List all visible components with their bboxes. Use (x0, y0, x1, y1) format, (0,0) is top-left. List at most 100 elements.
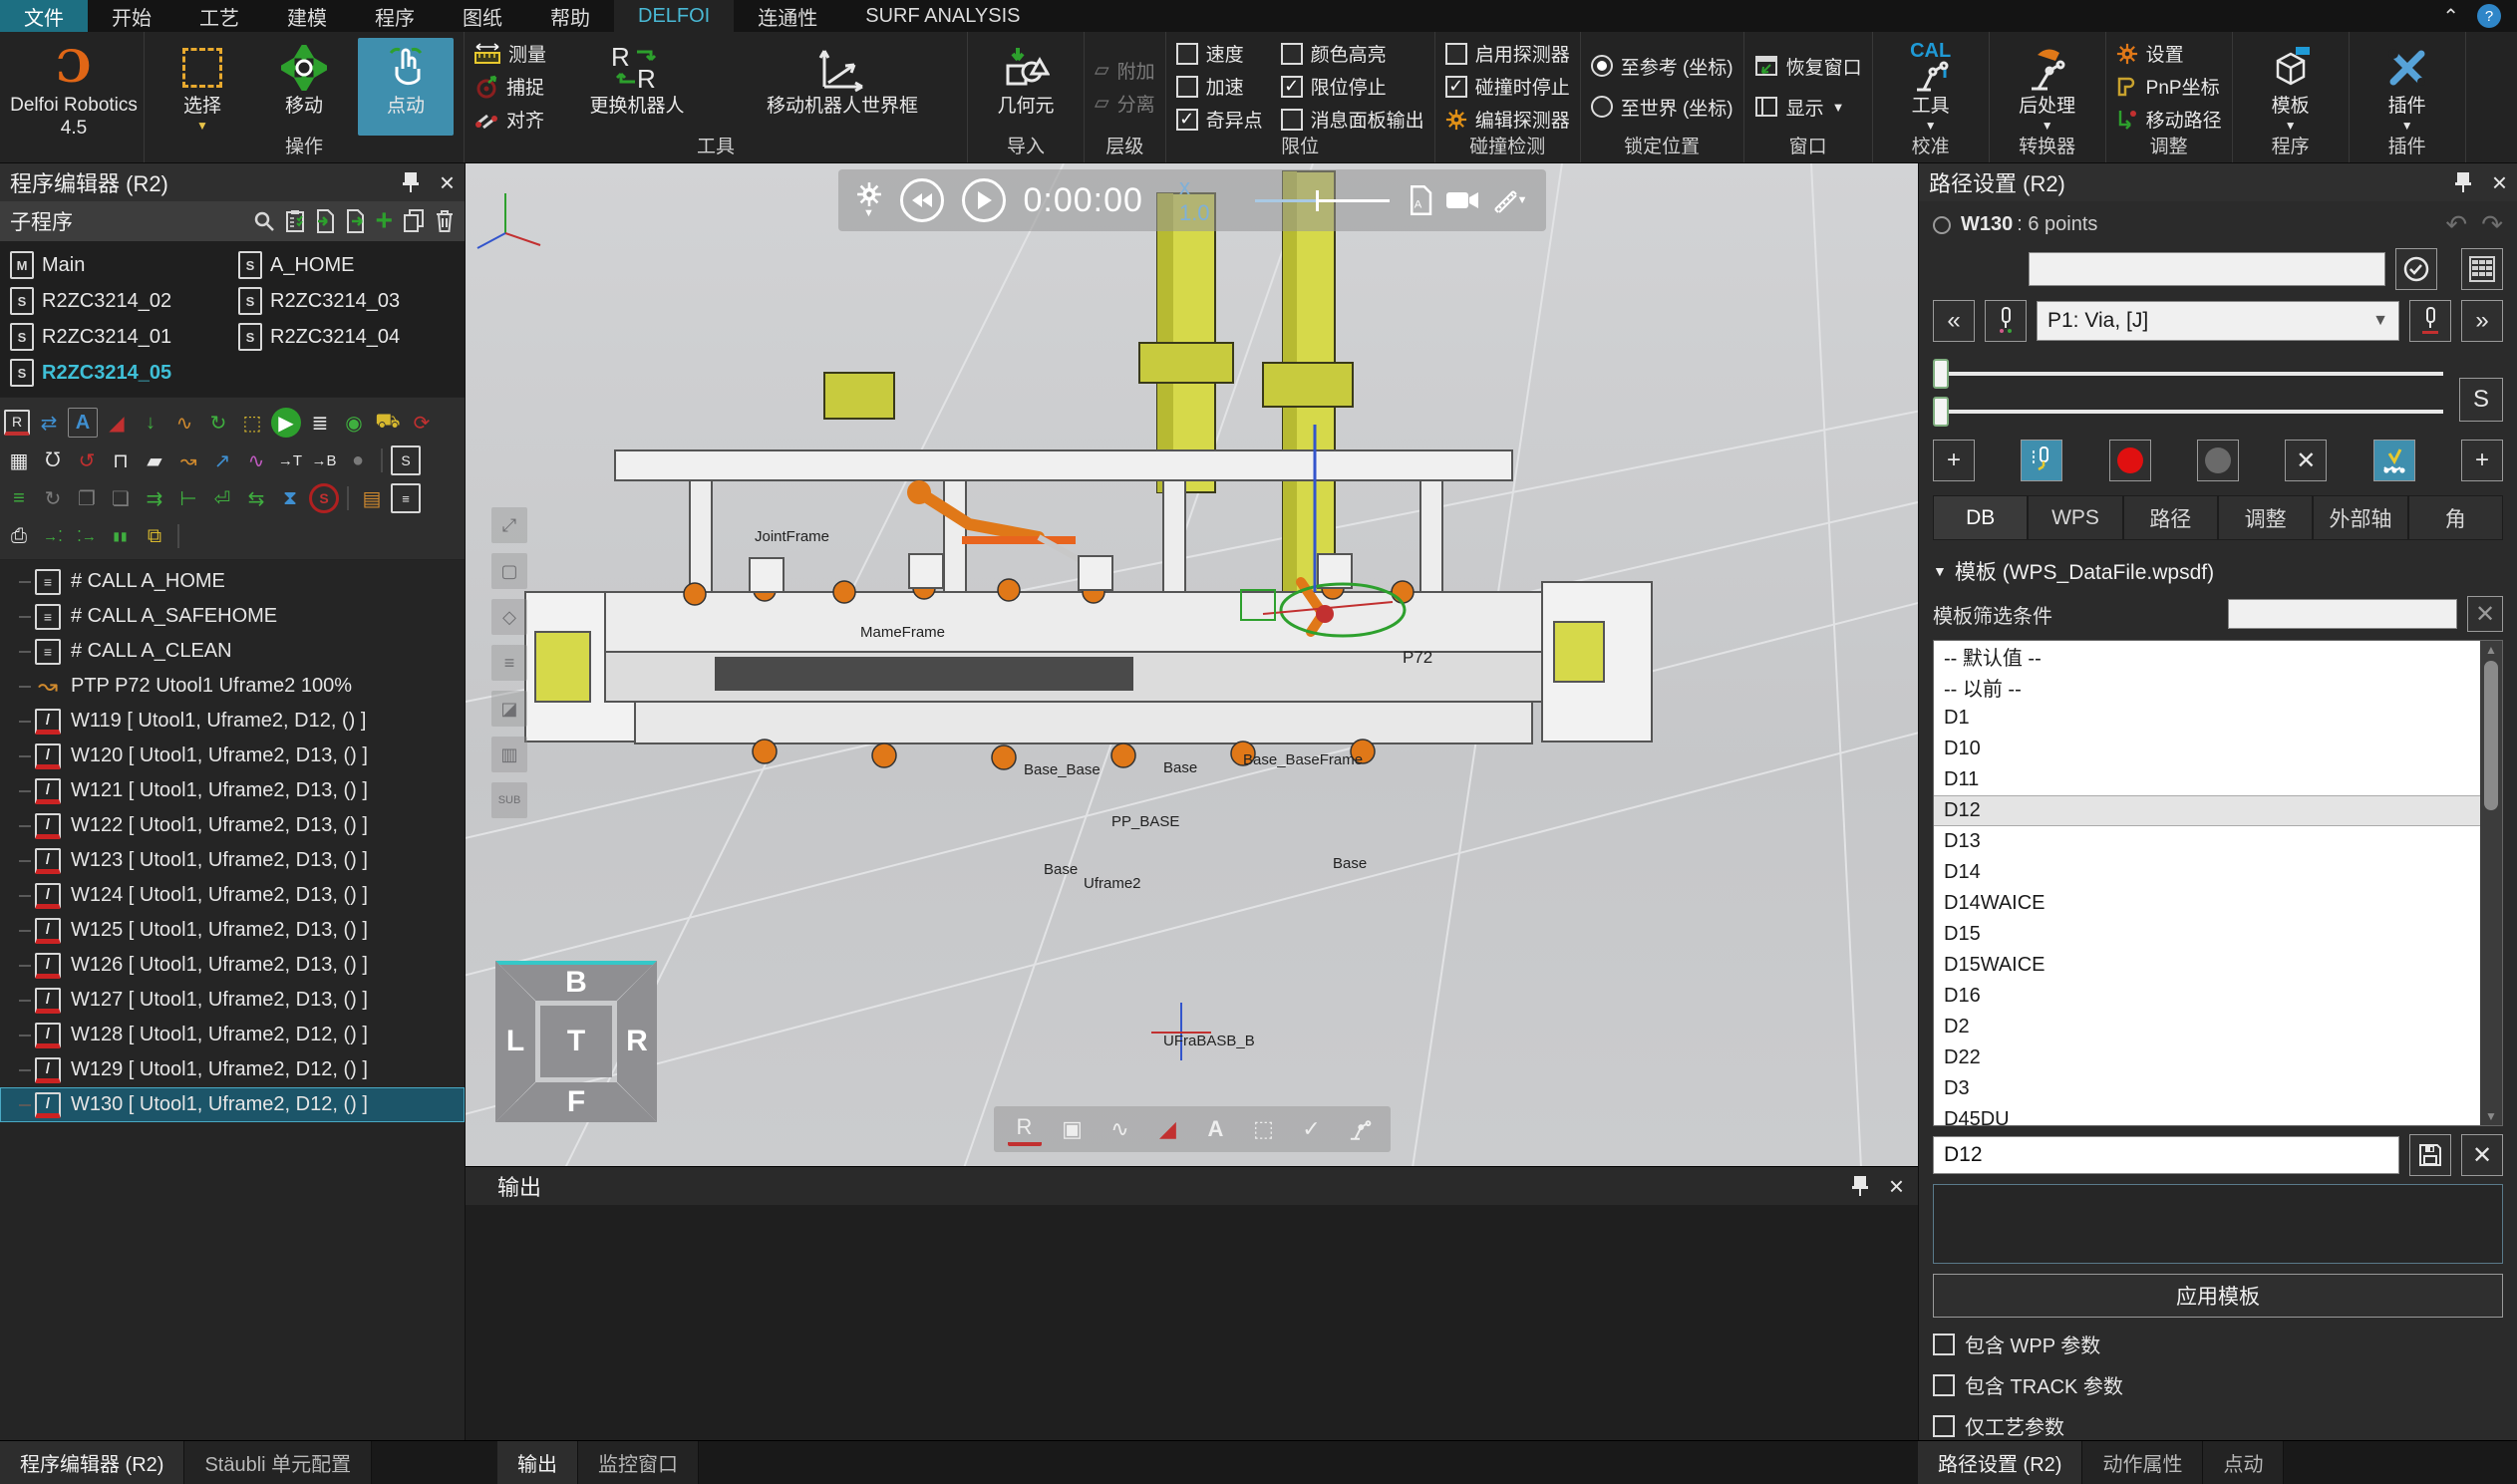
tree-icon[interactable]: ⊢ (173, 483, 203, 513)
template-option-checkbox[interactable]: 包含 WPP 参数 (1933, 1330, 2503, 1358)
undo-icon[interactable]: ↶ (2445, 209, 2467, 240)
apply-template-button[interactable]: 应用模板 (1933, 1274, 2503, 1318)
menu-item[interactable]: DELFOI (614, 0, 734, 32)
point-name-field[interactable] (2029, 252, 2385, 286)
scroll-down-icon[interactable]: ▼ (2485, 1107, 2497, 1125)
text-label-icon[interactable]: A (1199, 1112, 1233, 1146)
template-button[interactable]: 模板 ▼ (2243, 38, 2339, 136)
sync-icon[interactable]: ⟳ (407, 408, 437, 438)
dock-tab[interactable]: 动作属性 (2082, 1441, 2203, 1484)
statement-row[interactable]: ≡ # CALL A_CLEAN (0, 634, 465, 669)
template-item[interactable]: D10 (1934, 734, 2480, 764)
loop-off-icon[interactable]: ↻ (38, 483, 68, 513)
view-cube[interactable]: B L T R F (495, 961, 657, 1122)
play-button[interactable] (962, 178, 1006, 222)
path-settings-tab[interactable]: 路径 (2123, 495, 2218, 539)
doc-plain-icon[interactable]: ≡ (391, 483, 421, 513)
save-template-button[interactable] (2409, 1134, 2451, 1176)
close-icon[interactable]: × (1889, 1176, 1904, 1196)
add-point-before-button[interactable]: + (1933, 440, 1975, 481)
loop-icon[interactable]: ↻ (203, 408, 233, 438)
menu-item[interactable]: 文件 (0, 0, 88, 32)
delete-point-button[interactable]: ✕ (2285, 440, 2327, 481)
statement-row[interactable]: / W119 [ Utool1, Uframe2, D12, () ] (0, 704, 465, 739)
path-settings-tab[interactable]: 角 (2408, 495, 2503, 539)
cal-tool-button[interactable]: CAL 工具 ▼ (1883, 38, 1979, 136)
fit-view-icon[interactable]: ⤢ (491, 507, 527, 543)
template-item[interactable]: D14 (1934, 857, 2480, 888)
template-filter-input[interactable] (2228, 599, 2457, 629)
template-item[interactable]: D15WAICE (1934, 950, 2480, 981)
select-frame-icon[interactable]: ⬚ (1247, 1112, 1281, 1146)
statement-row[interactable]: / W128 [ Utool1, Uframe2, D12, () ] (0, 1018, 465, 1052)
divider-icon[interactable] (381, 448, 383, 472)
postprocess-button[interactable]: 后处理 ▼ (2000, 38, 2095, 136)
branch-icon[interactable]: ⇉ (140, 483, 169, 513)
record-disabled-button[interactable] (2197, 440, 2239, 481)
settings-button[interactable]: 设置 (2116, 40, 2222, 67)
export-program-icon[interactable] (345, 209, 365, 233)
dock-tab[interactable]: 输出 (497, 1441, 578, 1484)
template-item[interactable]: -- 默认值 -- (1934, 641, 2480, 672)
template-item[interactable]: D45DU (1934, 1104, 2480, 1125)
pnp-coords-button[interactable]: PnP坐标 (2116, 73, 2222, 100)
check-path-button[interactable] (2373, 440, 2415, 481)
export-pdf-icon[interactable]: A (1408, 185, 1433, 215)
swap-robot-button[interactable]: RR 更换机器人 (552, 38, 722, 136)
template-item[interactable]: D22 (1934, 1042, 2480, 1073)
confirm-point-button[interactable] (2395, 248, 2437, 290)
move-button[interactable]: 移动 (256, 38, 352, 136)
statement-row[interactable]: / W123 [ Utool1, Uframe2, D13, () ] (0, 843, 465, 878)
statement-row[interactable]: / W125 [ Utool1, Uframe2, D13, () ] (0, 913, 465, 948)
display-dropdown[interactable]: 显示▼ (1754, 94, 1862, 121)
copy-icon[interactable] (403, 209, 425, 233)
zoom-region-icon[interactable]: ▢ (491, 553, 527, 589)
detach-button[interactable]: ▱ 分离 (1095, 90, 1155, 117)
subprogram-item[interactable]: S R2ZC3214_01 (4, 319, 232, 355)
io-out-icon[interactable]: ⁚→ (72, 521, 102, 551)
menu-item[interactable]: 工艺 (175, 0, 263, 32)
restore-window-button[interactable]: 恢复窗口 (1754, 53, 1862, 80)
menu-item[interactable]: SURF ANALYSIS (841, 0, 1044, 32)
import-program-icon[interactable] (315, 209, 335, 233)
scroll-up-icon[interactable]: ▲ (2485, 641, 2497, 659)
record-button[interactable] (2109, 440, 2151, 481)
record-off-icon[interactable]: ● (343, 445, 373, 475)
dock-tab[interactable]: 路径设置 (R2) (1918, 1441, 2082, 1484)
wait-icon[interactable]: ⧗ (275, 483, 305, 513)
film-strip-icon[interactable]: ▼ (1491, 187, 1528, 213)
pin-icon[interactable] (2454, 171, 2472, 193)
to-reference-radio[interactable]: 至参考 (坐标) (1591, 53, 1733, 80)
template-item[interactable]: D2 (1934, 1012, 2480, 1042)
sub-view-icon[interactable]: SUB (491, 782, 527, 818)
statement-row[interactable]: / W124 [ Utool1, Uframe2, D13, () ] (0, 878, 465, 913)
io-in-icon[interactable]: →⁚ (38, 521, 68, 551)
subprogram-item[interactable]: S R2ZC3214_02 (4, 283, 232, 319)
next-point-button[interactable]: » (2461, 300, 2503, 342)
color-highlight-checkbox[interactable]: 颜色高亮 (1281, 40, 1424, 67)
template-item[interactable]: D11 (1934, 764, 2480, 795)
align-button[interactable]: 对齐 (474, 106, 546, 133)
speed-slider[interactable] (1255, 199, 1390, 202)
pin-icon[interactable] (1851, 1175, 1869, 1197)
task-list-icon[interactable]: ≣ (305, 408, 335, 438)
swap-green-icon[interactable]: ⇆ (241, 483, 271, 513)
curve-icon[interactable]: ↝ (173, 445, 203, 475)
rotate-icon[interactable]: ↺ (72, 445, 102, 475)
text-t-icon[interactable]: →T (275, 445, 305, 475)
orientation-slider[interactable] (1933, 410, 2443, 414)
frame-mode-icon[interactable]: ▣ (1056, 1112, 1090, 1146)
limit-stop-checkbox[interactable]: ✓限位停止 (1281, 73, 1424, 100)
edit-probe-button[interactable]: 编辑探测器 (1445, 106, 1570, 133)
chart-icon[interactable]: ▥ (491, 737, 527, 772)
template-scrollbar[interactable]: ▲ ▼ (2480, 641, 2502, 1125)
prev-point-button[interactable]: « (1933, 300, 1975, 342)
template-item[interactable]: D3 (1934, 1073, 2480, 1104)
jump-to-torch-button[interactable] (1985, 300, 2027, 342)
subprogram-item[interactable]: S R2ZC3214_03 (232, 283, 461, 319)
add-program-icon[interactable]: + (375, 210, 393, 232)
weld-mode-icon[interactable]: R (1008, 1112, 1042, 1146)
pin-icon[interactable] (402, 171, 420, 193)
statement-row[interactable]: / W127 [ Utool1, Uframe2, D13, () ] (0, 983, 465, 1018)
to-world-radio[interactable]: 至世界 (坐标) (1591, 94, 1733, 121)
